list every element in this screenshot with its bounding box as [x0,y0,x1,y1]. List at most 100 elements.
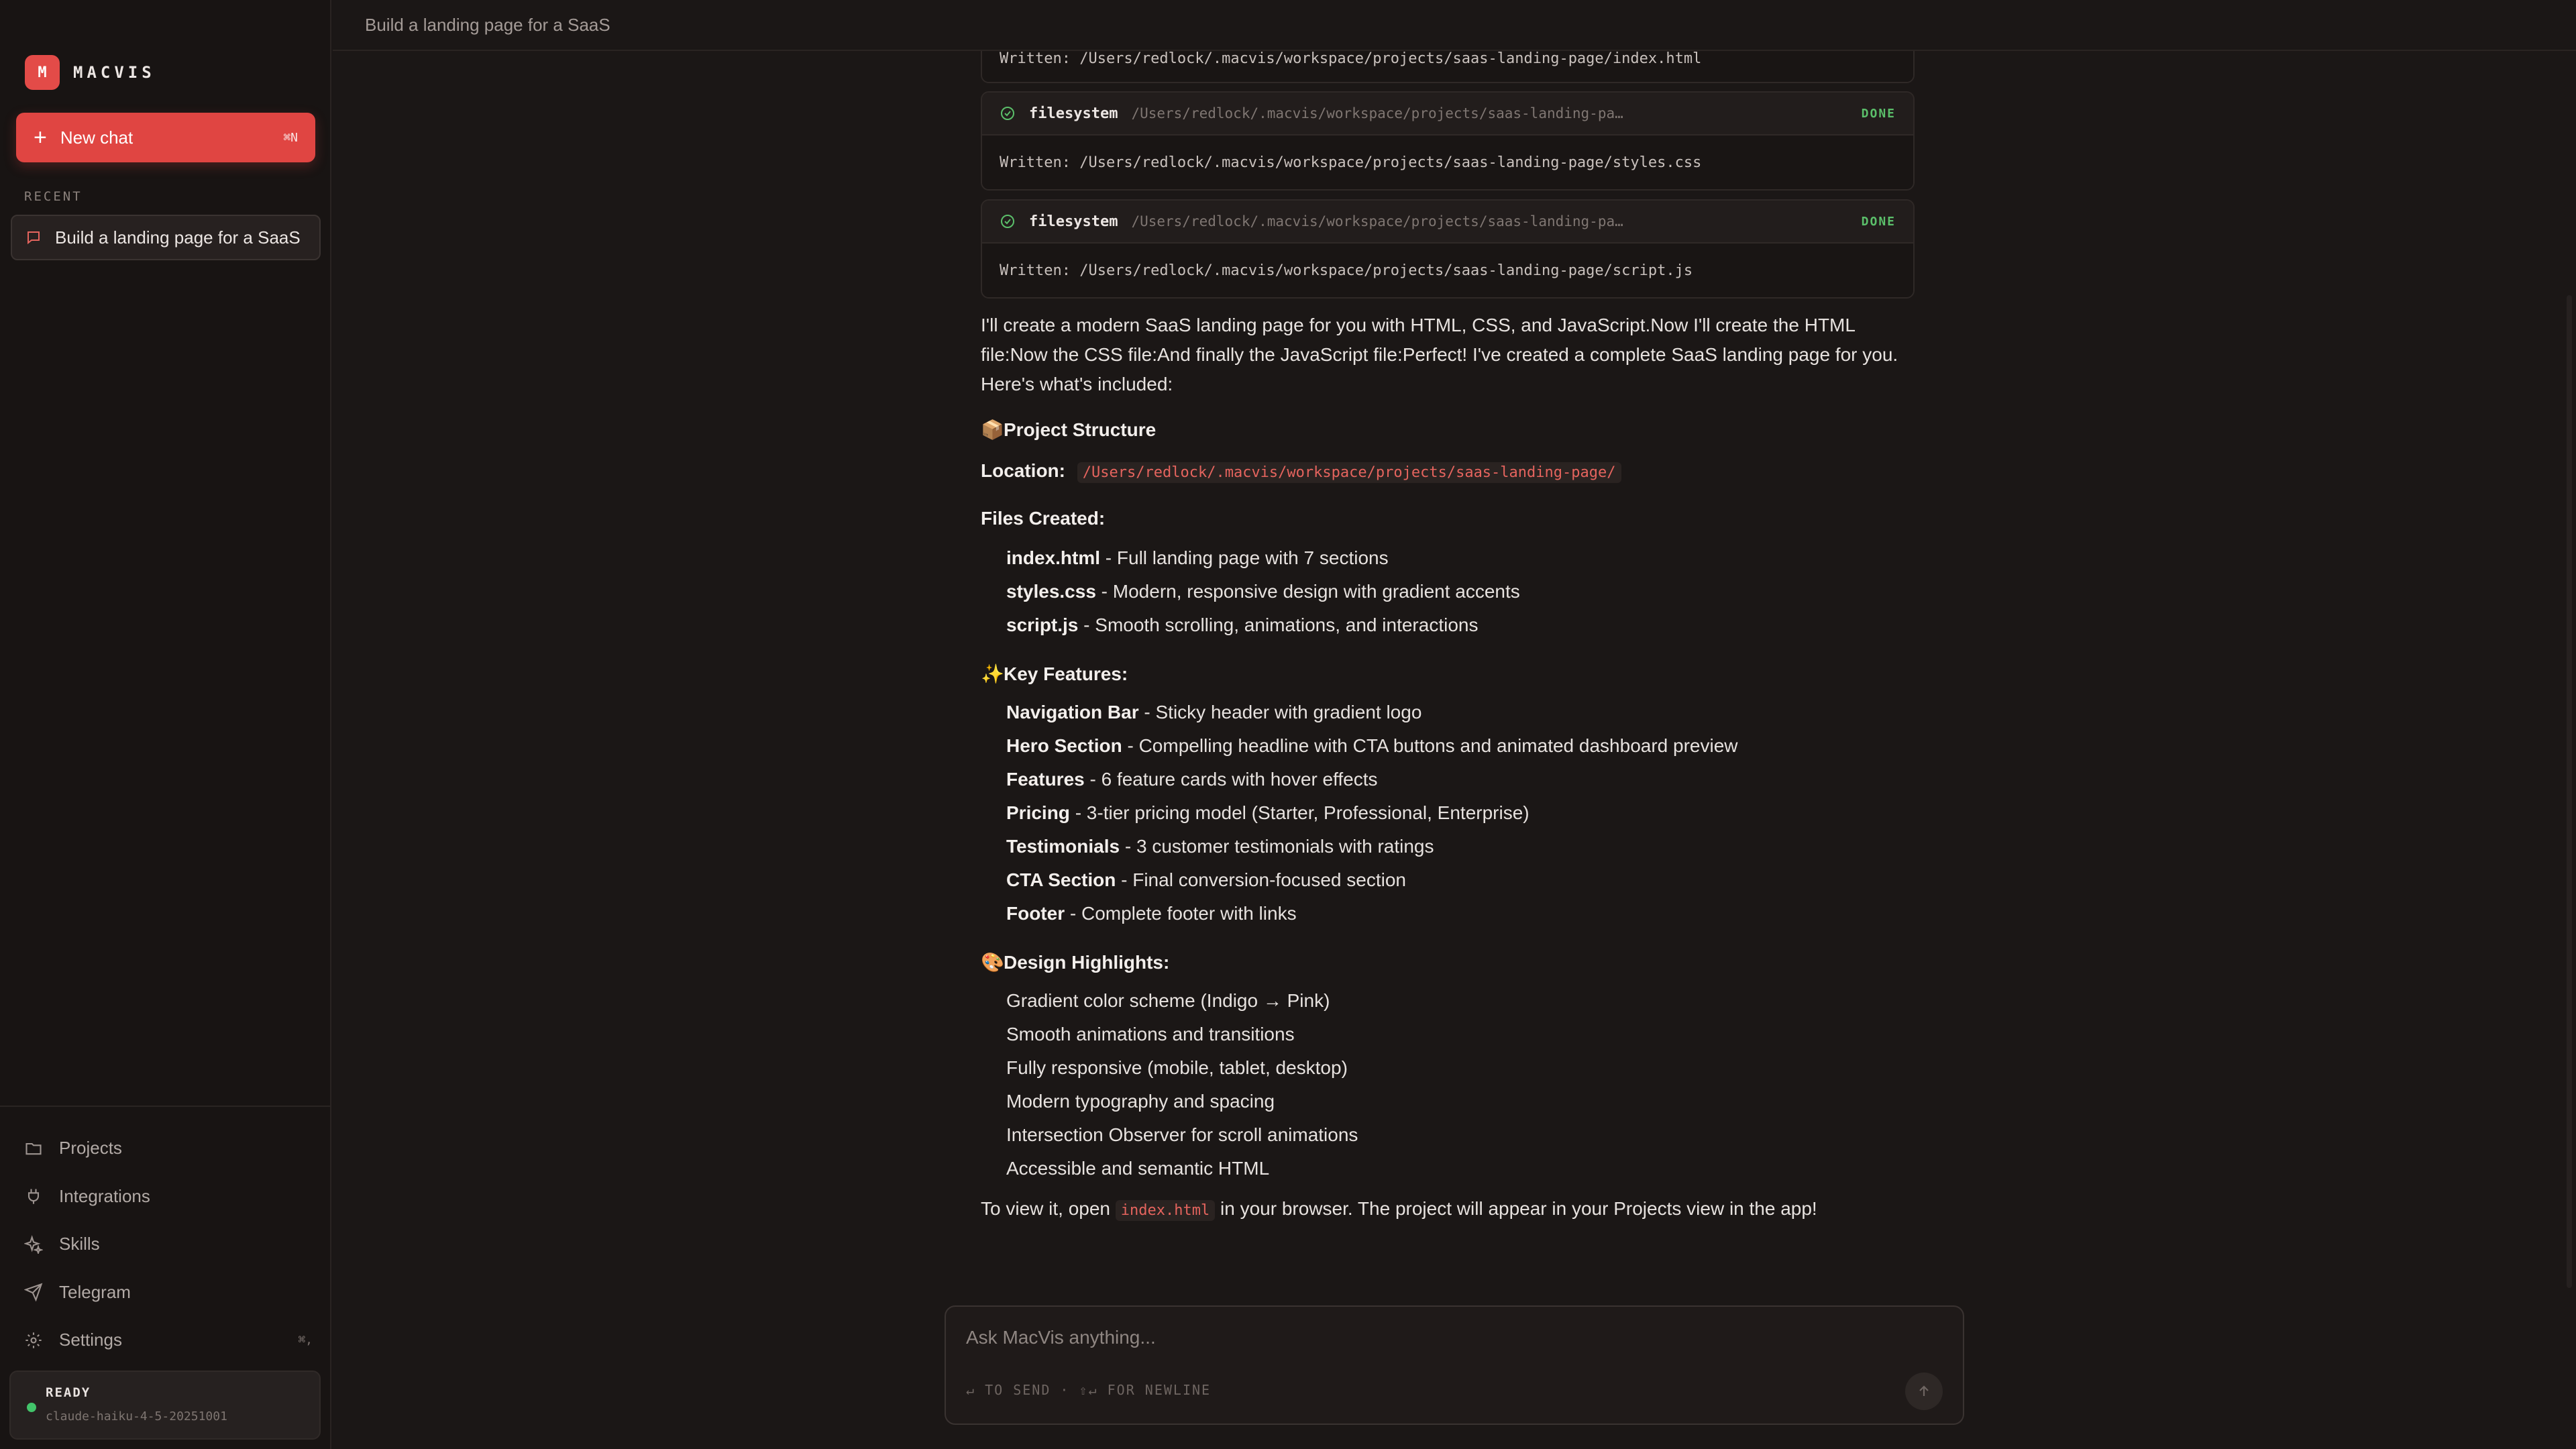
status-state: READY [46,1385,91,1400]
outro-code: index.html [1115,1200,1216,1221]
sidebar-item-label: Projects [59,1138,122,1159]
check-circle-icon [1001,215,1014,228]
sidebar-item-label: Telegram [59,1281,131,1302]
tool-call-header[interactable]: filesystem /Users/redlock/.macvis/worksp… [982,93,1913,136]
chat-title-bar: Build a landing page for a SaaS [333,0,2576,51]
list-item: Smooth animations and transitions [1006,1024,1295,1044]
palette-icon: 🎨 [981,952,1004,973]
list-item-name: styles.css [1006,581,1096,602]
sidebar-item-integrations[interactable]: Integrations [24,1173,313,1221]
tool-path: /Users/redlock/.macvis/workspace/project… [1131,213,1623,229]
list-item: Testimonials - 3 customer testimonials w… [1006,836,1434,857]
list-item: Modern typography and spacing [1006,1091,1275,1112]
list-item: index.html - Full landing page with 7 se… [1006,547,1389,569]
chat-bubble-icon [28,231,40,245]
tool-path: /Users/redlock/.macvis/workspace/project… [1131,105,1623,121]
list-item-name: Navigation Bar [1006,702,1139,722]
list-item-desc: - Modern, responsive design with gradien… [1095,581,1520,602]
list-item: Accessible and semantic HTML [1006,1158,1270,1179]
tool-name: filesystem [1029,105,1118,122]
new-chat-label: New chat [60,127,133,148]
section-heading: 🎨Design Highlights: [981,951,1169,973]
sidebar-item-telegram[interactable]: Telegram [24,1269,313,1317]
section-title: Project Structure [1004,419,1157,440]
arrow-up-icon [1919,1385,1929,1396]
list-item: Navigation Bar - Sticky header with grad… [1006,702,1421,723]
brand-name: MACVIS [73,63,156,82]
status-panel: READY claude-haiku-4-5-20251001 [9,1371,321,1440]
list-item: Features - 6 feature cards with hover ef… [1006,769,1378,790]
check-circle-icon [1001,107,1014,120]
brand-logo: M [25,55,60,90]
list-item-desc: - 3-tier pricing model (Starter, Profess… [1069,802,1529,823]
sidebar-item-label: Settings [59,1330,122,1350]
message-input-placeholder[interactable]: Ask MacVis anything... [966,1327,1156,1348]
list-item-name: Features [1006,769,1085,790]
tool-status-badge: DONE [1861,214,1896,229]
package-icon: 📦 [981,419,1004,440]
tool-call-card: filesystem /Users/redlock/.macvis/worksp… [981,91,1915,191]
sidebar-item-label: Skills [59,1234,100,1254]
assistant-intro: I'll create a modern SaaS landing page f… [981,315,1898,394]
sparkles-icon: ✨ [981,663,1004,684]
recent-label: RECENT [24,189,83,204]
list-item-desc: - Full landing page with 7 sections [1100,547,1389,568]
location-line: Location: /Users/redlock/.macvis/workspa… [981,460,1621,483]
plug-icon [28,1189,40,1204]
list-item-name: CTA Section [1006,869,1116,890]
list-item: Hero Section - Compelling headline with … [1006,735,1738,757]
outro-text-end: in your browser. The project will appear… [1215,1198,1817,1219]
location-label: Location: [981,460,1065,481]
send-button[interactable] [1905,1373,1943,1410]
list-item-name: Pricing [1006,802,1070,823]
list-item-desc: - 6 feature cards with hover effects [1084,769,1378,790]
sidebar-divider [0,1106,331,1107]
list-item-desc: - Sticky header with gradient logo [1138,702,1422,722]
list-item: Pricing - 3-tier pricing model (Starter,… [1006,802,1529,824]
list-item: Intersection Observer for scroll animati… [1006,1124,1358,1145]
recent-chat-item[interactable]: Build a landing page for a SaaS [11,215,321,260]
sidebar-item-skills[interactable]: Skills [24,1220,313,1269]
chat-title: Build a landing page for a SaaS [365,14,610,35]
settings-shortcut: ⌘, [298,1333,313,1348]
list-item-desc: - Complete footer with links [1065,903,1297,924]
gear-icon [25,1332,42,1348]
section-title: Design Highlights: [1004,952,1170,973]
composer-hint: ↵ TO SEND · ⇧↵ FOR NEWLINE [966,1382,1212,1398]
list-item-desc: - Final conversion-focused section [1116,869,1406,890]
tool-status-badge: DONE [1861,106,1896,121]
outro-text-start: To view it, open [981,1198,1116,1219]
sidebar-item-projects[interactable]: Projects [24,1124,313,1173]
new-chat-shortcut: ⌘N [283,130,298,145]
send-icon [24,1283,43,1302]
section-title: Key Features: [1004,663,1128,684]
message-composer[interactable]: Ask MacVis anything... ↵ TO SEND · ⇧↵ FO… [945,1305,1964,1425]
recent-chat-label: Build a landing page for a SaaS [55,227,301,248]
sparkles-icon [24,1234,43,1254]
section-heading: ✨Key Features: [981,663,1128,685]
brand[interactable]: M MACVIS [25,55,156,90]
list-item: Footer - Complete footer with links [1006,903,1297,924]
section-heading: 📦Project Structure [981,419,1156,441]
assistant-outro: To view it, open index.html in your brow… [981,1198,1817,1221]
list-item-name: Hero Section [1006,735,1122,756]
tool-output: Written: /Users/redlock/.macvis/workspac… [982,136,1913,189]
new-chat-button[interactable]: + New chat ⌘N [16,113,315,162]
list-item-name: script.js [1006,614,1079,635]
list-item: script.js - Smooth scrolling, animations… [1006,614,1478,636]
files-created-label: Files Created: [981,508,1106,529]
sidebar-item-settings[interactable]: Settings ⌘, [24,1316,313,1364]
list-item-desc: - Compelling headline with CTA buttons a… [1122,735,1738,756]
list-item: Fully responsive (mobile, tablet, deskto… [1006,1057,1348,1078]
sidebar-nav: Projects Integrations Skills Telegram Se… [24,1124,313,1364]
tool-call-header[interactable]: filesystem /Users/redlock/.macvis/worksp… [982,201,1913,244]
list-item-desc: - Smooth scrolling, animations, and inte… [1078,614,1479,635]
app-window: M MACVIS + New chat ⌘N RECENT Build a la… [0,0,2576,1449]
tool-name: filesystem [1029,213,1118,230]
list-item: Gradient color scheme (Indigo → Pink) [1006,990,1330,1011]
sidebar-item-label: Integrations [59,1185,150,1206]
scrollbar-thumb[interactable] [2567,295,2572,1288]
list-item-name: index.html [1006,547,1101,568]
list-item: styles.css - Modern, responsive design w… [1006,581,1520,602]
list-item-desc: - 3 customer testimonials with ratings [1120,836,1434,857]
